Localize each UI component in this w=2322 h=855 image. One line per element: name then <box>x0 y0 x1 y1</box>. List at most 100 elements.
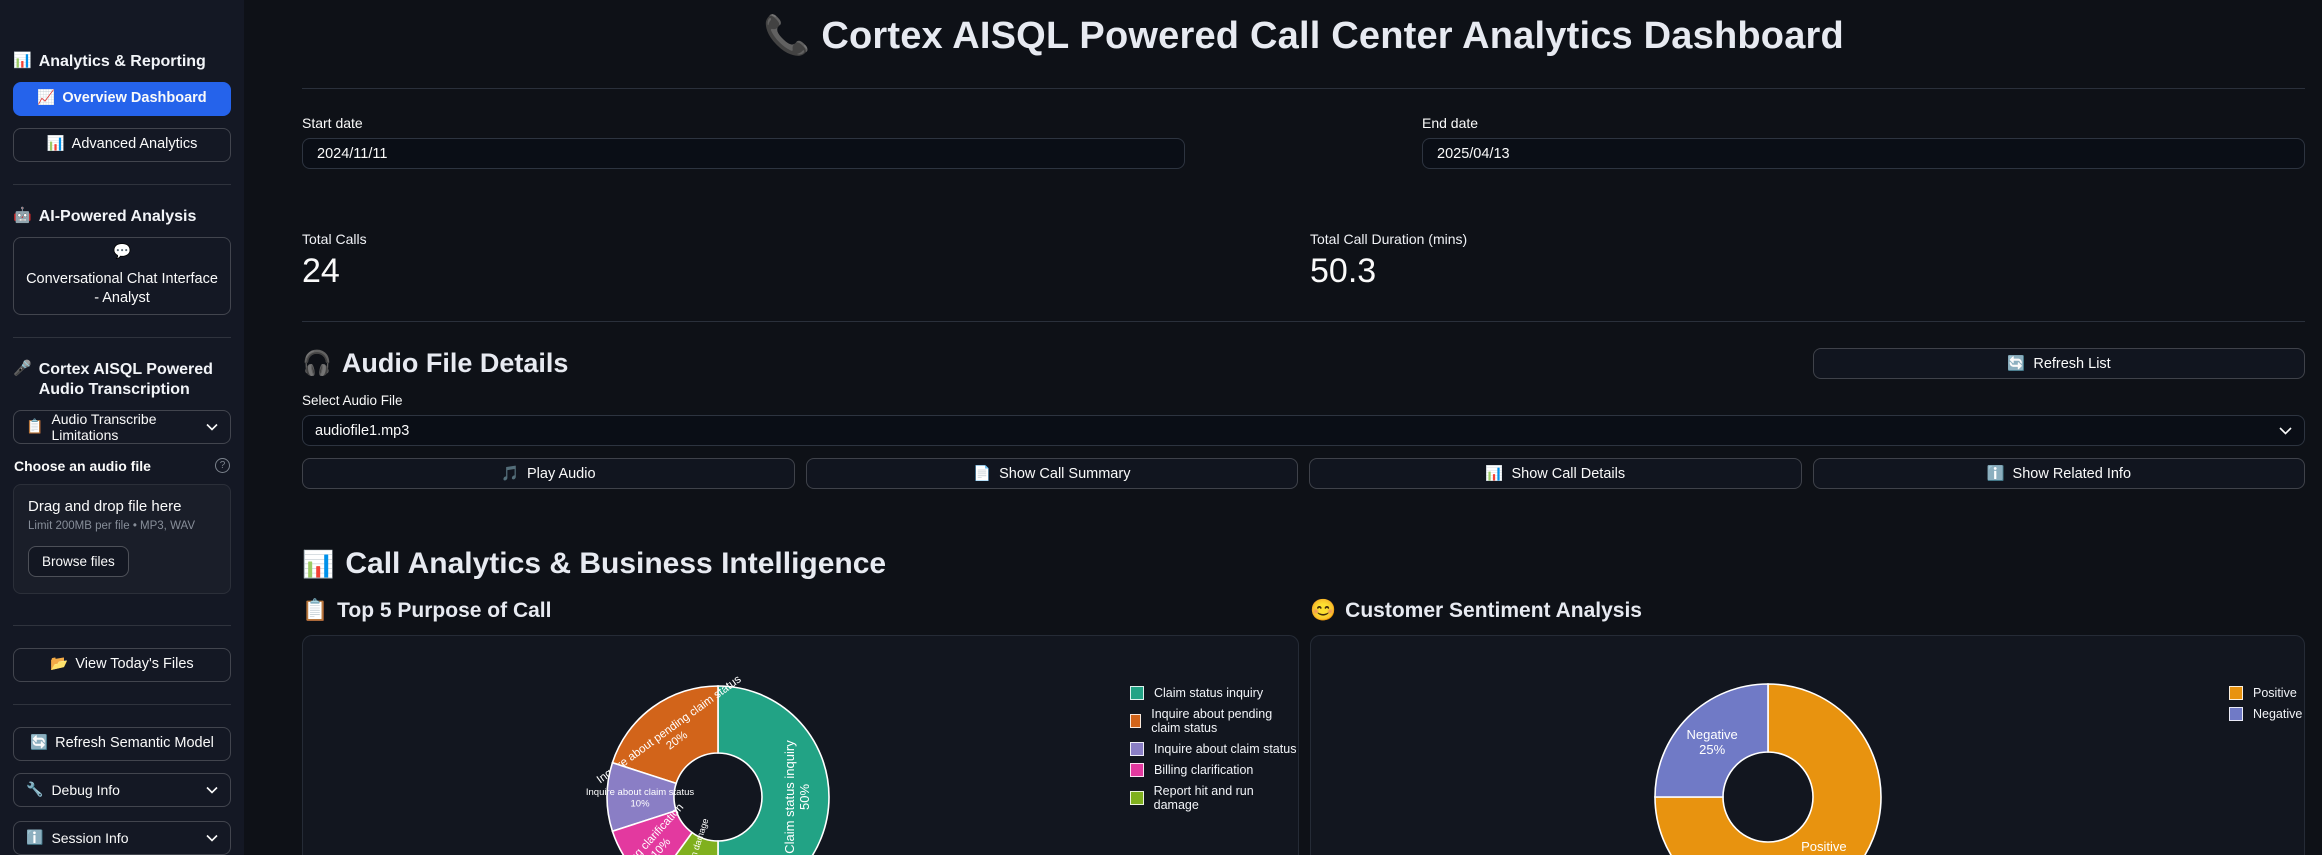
chat-button-label: Conversational Chat Interface - Analyst <box>26 270 218 307</box>
audio-file-selected-value: audiofile1.mp3 <box>315 422 410 439</box>
button-label: Show Related Info <box>2012 465 2132 482</box>
info-icon: ℹ️ <box>26 829 44 846</box>
page-title: 📞 Cortex AISQL Powered Call Center Analy… <box>302 8 2305 58</box>
expander-label: Audio Transcribe Limitations <box>51 410 157 443</box>
legend-item-inquire-about-claim-status[interactable]: Inquire about claim status <box>1130 742 1298 757</box>
session-info-expander[interactable]: ℹ️ Session Info <box>13 820 231 855</box>
clipboard-icon: 📋 <box>26 418 44 435</box>
sidebar-divider <box>13 336 231 338</box>
end-date-input[interactable] <box>1422 138 2305 169</box>
refresh-list-label: Refresh List <box>2033 355 2111 372</box>
sidebar-divider <box>13 703 231 705</box>
legend-item-positive[interactable]: Positive <box>2229 686 2302 701</box>
chart-titles-row: 📋 Top 5 Purpose of Call 😊 Customer Senti… <box>302 599 2305 623</box>
section-header-label: Cortex AISQL Powered Audio Transcription <box>38 360 213 398</box>
open-folder-icon: 📂 <box>50 655 69 672</box>
section-header-label: Analytics & Reporting <box>38 53 206 70</box>
sentiment-donut-chart: Positive75%Negative25% Positive Negative <box>1310 635 2305 855</box>
sentiment-chart-title-text: Customer Sentiment Analysis <box>1345 599 1642 623</box>
metric-value: 50.3 <box>1310 252 1377 290</box>
bar-chart-icon: 📊 <box>302 548 335 579</box>
audio-transcribe-limitations-expander[interactable]: 📋 Audio Transcribe Limitations <box>13 409 231 444</box>
metric-total-calls: Total Calls 24 <box>302 231 1310 290</box>
show-call-details-button[interactable]: 📊 Show Call Details <box>1309 458 1802 490</box>
metric-value: 24 <box>302 252 340 290</box>
legend-label: Inquire about claim status <box>1154 742 1297 757</box>
chevron-down-icon <box>2279 427 2292 436</box>
bar-chart-icon: 📊 <box>1485 466 1504 483</box>
legend-item-claim-status-inquiry[interactable]: Claim status inquiry <box>1130 686 1298 701</box>
legend-label: Positive <box>2253 686 2297 701</box>
refresh-icon: 🔄 <box>2007 356 2026 373</box>
clipboard-icon: 📋 <box>302 599 329 623</box>
legend-label: Inquire about pending claim status <box>1151 707 1273 736</box>
purpose-chart-title-text: Top 5 Purpose of Call <box>337 599 552 623</box>
donut-svg: Positive75%Negative25% <box>1654 683 1882 855</box>
expander-label: Session Info <box>51 829 129 846</box>
legend-label: Negative <box>2253 707 2303 722</box>
telephone-icon: 📞 <box>763 15 811 57</box>
refresh-semantic-model-button[interactable]: 🔄 Refresh Semantic Model <box>13 726 231 761</box>
legend-swatch <box>2229 707 2243 722</box>
sidebar-divider <box>13 624 231 626</box>
chat-interface-button[interactable]: 💬 Conversational Chat Interface - Analys… <box>13 237 231 315</box>
sidebar-item-advanced-analytics[interactable]: 📊 Advanced Analytics <box>13 128 231 162</box>
divider <box>302 321 2305 323</box>
legend-label: Claim status inquiry <box>1154 686 1264 701</box>
legend-swatch <box>1130 742 1144 757</box>
chevron-down-icon <box>206 423 218 431</box>
play-audio-button[interactable]: 🎵 Play Audio <box>302 458 795 490</box>
start-date-input[interactable] <box>302 138 1185 169</box>
speech-balloon-icon: 💬 <box>112 244 132 260</box>
start-date-field: Start date <box>302 115 1185 169</box>
chart-legend: Positive Negative <box>2229 686 2303 722</box>
sidebar-item-overview-dashboard[interactable]: 📈 Overview Dashboard <box>13 82 231 116</box>
charts-row: Claim status inquiry50% Inquire about pen… <box>302 635 2305 855</box>
sidebar-section-transcription: 🎤 Cortex AISQL Powered Audio Transcripti… <box>13 360 231 400</box>
file-dropzone[interactable]: Drag and drop file here Limit 200MB per … <box>13 483 231 594</box>
legend-item-negative[interactable]: Negative <box>2229 707 2303 722</box>
chevron-down-icon <box>206 834 218 842</box>
legend-swatch <box>2229 686 2243 701</box>
uploader-label: Choose an audio file <box>14 457 151 474</box>
audio-file-select[interactable]: audiofile1.mp3 <box>302 415 2305 447</box>
browse-files-button[interactable]: Browse files <box>28 545 129 577</box>
help-icon[interactable]: ? <box>215 458 230 474</box>
info-icon: ℹ️ <box>1986 466 2005 483</box>
legend-swatch <box>1130 791 1144 806</box>
sidebar-section-ai-analysis: 🤖 AI-Powered Analysis <box>13 207 231 227</box>
headphones-icon: 🎧 <box>302 350 332 378</box>
donut-slice-claim-status-inquiry[interactable] <box>717 685 830 855</box>
start-date-label: Start date <box>302 115 363 131</box>
legend-item-report-hit-and-run-damage[interactable]: Report hit and run damage <box>1130 784 1298 812</box>
legend-item-inquire-about-pending-claim-status[interactable]: Inquire about pending claim status <box>1130 707 1298 735</box>
show-call-summary-button[interactable]: 📄 Show Call Summary <box>805 458 1298 490</box>
smiling-face-icon: 😊 <box>1310 599 1337 623</box>
sentiment-chart-title: 😊 Customer Sentiment Analysis <box>1310 599 1642 623</box>
debug-info-expander[interactable]: 🔧 Debug Info <box>13 772 231 807</box>
view-todays-files-button[interactable]: 📂 View Today's Files <box>13 647 231 682</box>
page-title-text: Cortex AISQL Powered Call Center Analyti… <box>821 15 1844 57</box>
refresh-list-button[interactable]: 🔄 Refresh List <box>1813 348 2305 380</box>
end-date-label: End date <box>1422 115 1479 131</box>
show-related-info-button[interactable]: ℹ️ Show Related Info <box>1812 458 2305 490</box>
sidebar-section-analytics-reporting: 📊 Analytics & Reporting <box>13 52 231 72</box>
dropzone-title: Drag and drop file here <box>28 497 182 515</box>
legend-swatch <box>1130 763 1144 778</box>
button-label: Show Call Details <box>1511 465 1626 482</box>
microphone-icon: 🎤 <box>13 359 32 377</box>
legend-item-billing-clarification[interactable]: Billing clarification <box>1130 763 1298 778</box>
section-header-label: AI-Powered Analysis <box>38 208 197 225</box>
audio-details-header-row: 🎧 Audio File Details 🔄 Refresh List <box>302 348 2305 380</box>
audio-actions-row: 🎵 Play Audio 📄 Show Call Summary 📊 Show … <box>302 458 2305 490</box>
sidebar: 📊 Analytics & Reporting 📈 Overview Dashb… <box>0 0 244 855</box>
sidebar-item-label: Overview Dashboard <box>62 90 207 107</box>
divider <box>302 88 2305 89</box>
call-analytics-title-text: Call Analytics & Business Intelligence <box>345 547 887 581</box>
refresh-model-label: Refresh Semantic Model <box>55 734 214 751</box>
expander-label: Debug Info <box>51 781 120 798</box>
bar-chart-icon: 📊 <box>13 52 32 69</box>
dropzone-limit: Limit 200MB per file • MP3, WAV <box>28 519 195 532</box>
metric-total-duration: Total Call Duration (mins) 50.3 <box>1310 231 1467 290</box>
sidebar-item-label: Advanced Analytics <box>71 136 198 153</box>
